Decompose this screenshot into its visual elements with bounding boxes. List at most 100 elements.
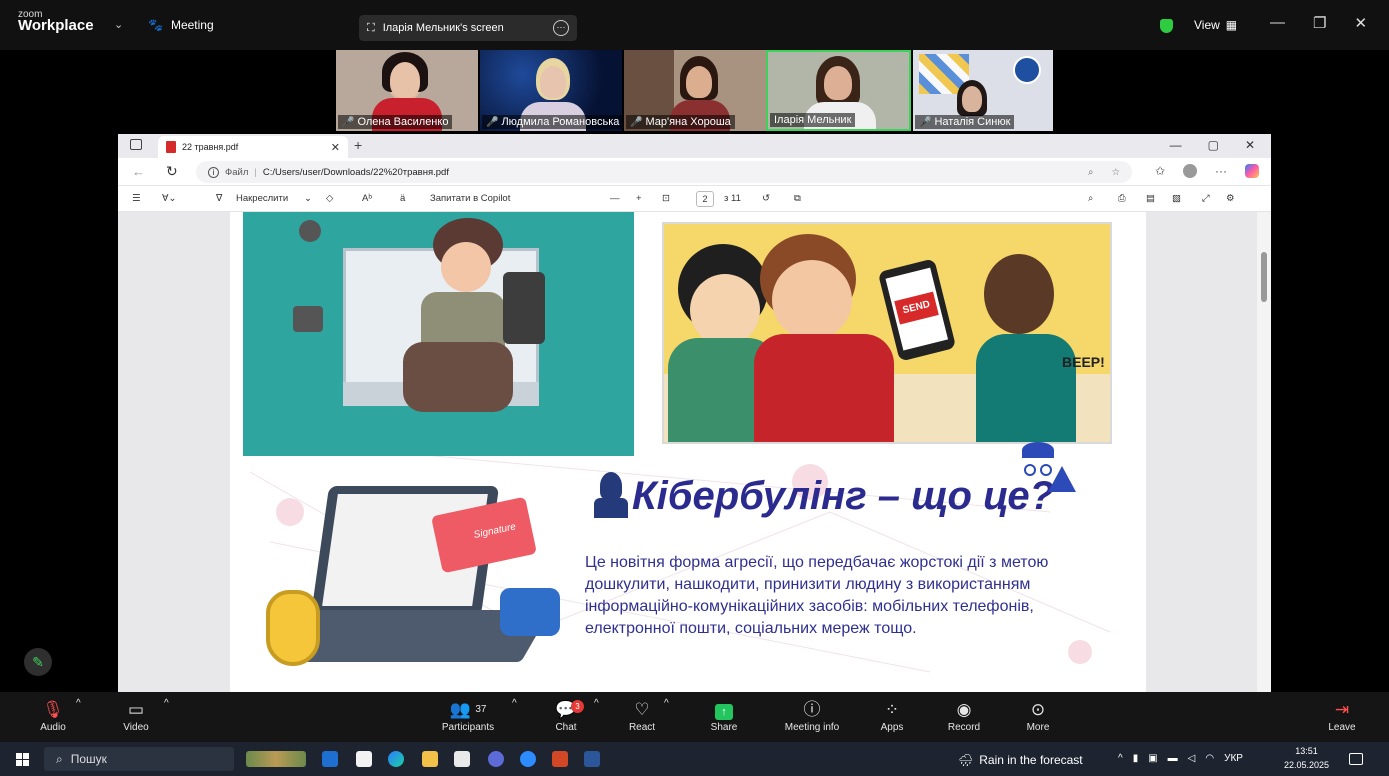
pdf-icon [166,141,176,153]
more-button[interactable]: ⊙ More [1018,698,1058,733]
screen-share-pill[interactable]: ⛶ Іларія Мельник's screen ··· [359,15,577,41]
translate-icon[interactable]: ä [400,193,405,204]
search-icon[interactable]: ⌕ [1088,193,1093,204]
ask-copilot-button[interactable]: Запитати в Copilot [430,193,510,204]
tab-strip: 22 травня.pdf ✕ + — ▢ ✕ [118,134,1271,158]
annotate-pen-icon[interactable]: ✎ [24,648,52,676]
outlook-icon[interactable] [322,751,338,767]
address-bar[interactable]: i Файл | C:/Users/user/Downloads/22%20тр… [196,161,1132,183]
encryption-shield-icon[interactable] [1160,19,1173,33]
search-label: Пошук [70,752,107,766]
scrollbar-thumb[interactable] [1261,252,1267,302]
restore-icon[interactable]: ▢ [1208,138,1219,152]
share-button[interactable]: ↑ Share [704,698,744,733]
copilot-icon[interactable] [1245,164,1259,178]
settings-icon[interactable]: ⚙ [1226,193,1235,204]
back-arrow-icon[interactable]: ← [132,164,145,179]
word-icon[interactable] [584,751,600,767]
viber-icon[interactable] [488,751,504,767]
video-button[interactable]: ▭ Video [118,698,154,733]
zoom-icon[interactable] [520,751,536,767]
participants-button[interactable]: 👥 37 Participants [436,698,500,733]
participant-tile[interactable]: 🎤 Мар'яна Хороша [624,50,766,131]
close-icon[interactable]: ✕ [331,141,340,154]
more-icon: ⊙ [1030,700,1046,719]
close-icon[interactable]: ✕ [1354,14,1367,32]
chevron-up-icon[interactable]: ^ [594,698,599,709]
edge-icon[interactable] [388,751,404,767]
audio-button[interactable]: 🎙 Audio [36,698,70,733]
contents-icon[interactable]: ☰ [132,193,141,204]
taskbar-search[interactable]: ⌕ Пошук [44,747,234,771]
draw-icon[interactable]: ∇ [216,193,222,204]
rotate-icon[interactable]: ↺ [762,193,770,204]
star-icon[interactable]: ☆ [1111,167,1120,178]
chevron-down-icon[interactable]: ⌄ [114,18,123,31]
reload-icon[interactable]: ↻ [166,163,178,180]
chevron-up-icon[interactable]: ^ [664,698,669,709]
eraser-icon[interactable]: ◇ [326,193,333,204]
draw-button[interactable]: Накреслити [236,193,288,204]
avatar[interactable] [1183,164,1197,178]
tab-pdf[interactable]: 22 травня.pdf ✕ [158,136,348,158]
save-icon[interactable]: ▤ [1146,193,1155,204]
volume-icon[interactable]: ◁ [1188,753,1196,764]
wifi-icon[interactable]: ◠ [1205,753,1214,764]
powerpoint-icon[interactable] [552,751,568,767]
page-number-input[interactable]: 2 [696,191,714,207]
close-icon[interactable]: ✕ [1245,138,1255,152]
language-indicator[interactable]: УКР [1224,753,1243,764]
fullscreen-icon[interactable]: ⤢ [1202,193,1210,204]
calculator-icon[interactable] [356,751,372,767]
participant-tile[interactable]: 🎤 Олена Василенко [336,50,478,131]
new-tab-icon[interactable]: + [354,137,362,153]
share-screen-icon: ↑ [704,698,744,722]
zoom-search-icon[interactable]: ⌕ [1088,167,1093,178]
chevron-down-icon[interactable]: ⌄ [304,193,312,204]
meeting-info-button[interactable]: ⓘ Meeting info [776,698,848,733]
file-explorer-icon[interactable] [422,751,438,767]
weather-widget[interactable]: 🌧 Rain in the forecast [958,753,1083,767]
print-icon[interactable]: ⎙ [1118,193,1126,204]
fit-page-icon[interactable]: ⊡ [662,193,670,204]
meeting-button[interactable]: 🐾 Meeting [148,18,214,32]
chevron-up-icon[interactable]: ^ [76,698,81,709]
mic-off-icon: 🎤 [486,116,499,128]
taskbar-widget-icon[interactable] [246,751,306,767]
store-icon[interactable] [454,751,470,767]
more-icon[interactable]: ··· [1215,164,1227,178]
react-button[interactable]: ♡ React [624,698,660,733]
zoom-out-icon[interactable]: — [610,193,620,204]
usb-icon[interactable]: ▮ [1133,753,1139,764]
network-icon[interactable]: ▣ [1148,753,1157,764]
sidebar-toggle-icon[interactable] [130,139,142,150]
save-as-icon[interactable]: ▧ [1172,193,1181,204]
participant-tile[interactable]: 🎤 Людмила Романовська [480,50,622,131]
taskbar-clock[interactable]: 13:51 22.05.2025 [1284,744,1329,772]
favorites-icon[interactable]: ✩ [1155,164,1165,178]
page-view-icon[interactable]: ⧉ [794,193,801,204]
minimize-icon[interactable]: — [1270,14,1285,32]
view-button[interactable]: View ▦ [1194,18,1237,32]
apps-button[interactable]: ⁘ Apps [872,698,912,733]
highlight-icon[interactable]: ∀⌄ [162,193,176,204]
participant-tile-active[interactable]: Іларія Мельник [766,50,911,131]
more-options-icon[interactable]: ··· [553,20,569,36]
zoom-top-bar: zoom Workplace ⌄ 🐾 Meeting ⛶ Іларія Мель… [0,0,1389,50]
windows-start-icon[interactable] [16,753,29,766]
info-icon[interactable]: i [208,166,219,178]
minimize-icon[interactable]: — [1170,138,1182,152]
vertical-scrollbar[interactable] [1257,212,1271,692]
chevron-up-icon[interactable]: ^ [512,698,517,709]
notification-icon[interactable] [1349,753,1363,765]
pdf-viewer[interactable]: SEND BEEP! Signature Кібербулінг – що це… [118,212,1271,692]
record-button[interactable]: ◉ Record [942,698,986,733]
battery-icon[interactable]: ▬ [1168,753,1178,764]
chevron-up-icon[interactable]: ^ [164,698,169,709]
restore-icon[interactable]: ❐ [1313,14,1326,32]
chevron-up-icon[interactable]: ^ [1118,753,1123,764]
read-aloud-icon[interactable]: Aᵇ [362,193,372,204]
leave-button[interactable]: ⇥ Leave [1322,698,1362,733]
zoom-in-icon[interactable]: + [636,193,642,204]
participant-tile[interactable]: 🎤 Наталія Синюк [913,50,1053,131]
